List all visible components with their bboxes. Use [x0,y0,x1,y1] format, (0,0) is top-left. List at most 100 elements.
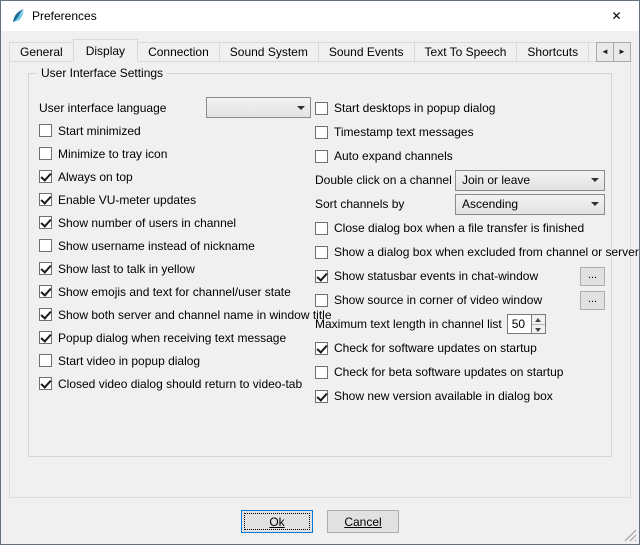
checkbox-box[interactable] [39,308,52,321]
tab-bar: General Display Connection Sound System … [9,39,631,62]
tab-scrollers: ◄ ► [597,42,631,62]
close-button[interactable]: ✕ [594,1,639,31]
tab-sound-events[interactable]: Sound Events [318,42,415,62]
checkbox-show-user-count[interactable]: Show number of users in channel [39,216,236,230]
checkbox-minimize-to-tray[interactable]: Minimize to tray icon [39,147,167,161]
dropdown-arrow-icon [297,106,305,110]
double-click-value: Join or leave [462,173,530,187]
right-column: Start desktops in popup dialog Timestamp… [315,96,605,408]
resize-grip[interactable] [624,529,637,542]
max-text-length-row: Maximum text length in channel list 50 [315,312,605,336]
tab-scroll-left-button[interactable]: ◄ [596,42,614,62]
checkbox-box[interactable] [39,285,52,298]
checkbox-label: Show statusbar events in chat-window [334,269,538,283]
tab-sound-system[interactable]: Sound System [219,42,319,62]
checkbox-window-title[interactable]: Show both server and channel name in win… [39,308,332,322]
spin-up-icon[interactable] [532,315,545,325]
checkbox-label: Enable VU-meter updates [58,193,196,207]
max-text-length-spinner[interactable]: 50 [507,314,546,334]
checkbox-box[interactable] [39,124,52,137]
checkbox-box[interactable] [39,147,52,160]
checkbox-label: Start minimized [58,124,141,138]
checkbox-label: Check for software updates on startup [334,341,537,355]
titlebar[interactable]: Preferences ✕ [1,1,639,31]
checkbox-label: Always on top [58,170,133,184]
sort-channels-label: Sort channels by [315,197,404,211]
left-column: User interface language Start minimized … [39,96,311,408]
checkbox-box[interactable] [315,294,328,307]
cancel-button[interactable]: Cancel [327,510,399,533]
checkbox-new-version-dialog[interactable]: Show new version available in dialog box [315,389,553,403]
checkbox-box[interactable] [39,331,52,344]
checkbox-video-return-tab[interactable]: Closed video dialog should return to vid… [39,377,302,391]
checkbox-label: Start desktops in popup dialog [334,101,495,115]
checkbox-box[interactable] [315,126,328,139]
checkbox-timestamp-messages[interactable]: Timestamp text messages [315,125,474,139]
checkbox-box[interactable] [315,390,328,403]
checkbox-statusbar-events[interactable]: Show statusbar events in chat-window [315,269,538,283]
checkbox-last-to-talk[interactable]: Show last to talk in yellow [39,262,195,276]
checkbox-label: Check for beta software updates on start… [334,365,563,379]
checkbox-auto-expand[interactable]: Auto expand channels [315,149,453,163]
checkbox-label: Show both server and channel name in win… [58,308,332,322]
dropdown-arrow-icon [591,202,599,206]
checkbox-box[interactable] [315,366,328,379]
checkbox-show-username[interactable]: Show username instead of nickname [39,239,255,253]
checkbox-label: Show a dialog box when excluded from cha… [334,245,639,259]
language-label: User interface language [39,101,166,115]
tab-video[interactable]: Video [588,42,595,62]
tab-general[interactable]: General [9,42,74,62]
checkbox-box[interactable] [39,216,52,229]
checkbox-box[interactable] [315,102,328,115]
double-click-row: Double click on a channel Join or leave [315,168,605,192]
tab-connection[interactable]: Connection [137,42,220,62]
checkbox-show-emojis[interactable]: Show emojis and text for channel/user st… [39,285,291,299]
max-text-length-value[interactable]: 50 [507,314,531,334]
tab-text-to-speech[interactable]: Text To Speech [414,42,518,62]
checkbox-box[interactable] [39,262,52,275]
checkbox-box[interactable] [39,239,52,252]
checkbox-label: Closed video dialog should return to vid… [58,377,302,391]
checkbox-box[interactable] [39,170,52,183]
checkbox-desktops-popup[interactable]: Start desktops in popup dialog [315,101,495,115]
checkbox-always-on-top[interactable]: Always on top [39,170,133,184]
checkbox-label: Start video in popup dialog [58,354,200,368]
language-row: User interface language [39,96,311,119]
checkbox-label: Show username instead of nickname [58,239,255,253]
tab-display[interactable]: Display [73,39,138,62]
checkbox-video-popup[interactable]: Start video in popup dialog [39,354,200,368]
checkbox-start-minimized[interactable]: Start minimized [39,124,141,138]
sort-channels-value: Ascending [462,197,518,211]
checkbox-close-transfer-dialog[interactable]: Close dialog box when a file transfer is… [315,221,584,235]
statusbar-events-row: Show statusbar events in chat-window ... [315,264,605,288]
checkbox-excluded-dialog[interactable]: Show a dialog box when excluded from cha… [315,245,639,259]
checkbox-box[interactable] [39,193,52,206]
checkbox-check-beta-updates[interactable]: Check for beta software updates on start… [315,365,563,379]
ui-settings-group: User Interface Settings User interface l… [28,73,612,457]
tab-shortcuts[interactable]: Shortcuts [516,42,589,62]
spin-down-icon[interactable] [532,325,545,334]
double-click-dropdown[interactable]: Join or leave [455,170,605,191]
checkbox-box[interactable] [315,342,328,355]
checkbox-label: Timestamp text messages [334,125,474,139]
video-source-browse-button[interactable]: ... [580,291,605,310]
checkbox-label: Close dialog box when a file transfer is… [334,221,584,235]
checkbox-box[interactable] [315,246,328,259]
checkbox-box[interactable] [315,222,328,235]
checkbox-box[interactable] [39,377,52,390]
language-dropdown[interactable] [206,97,311,118]
statusbar-events-browse-button[interactable]: ... [580,267,605,286]
checkbox-box[interactable] [315,150,328,163]
checkbox-box[interactable] [39,354,52,367]
checkbox-check-updates[interactable]: Check for software updates on startup [315,341,537,355]
ok-button[interactable]: Ok [241,510,313,533]
checkbox-label: Show new version available in dialog box [334,389,553,403]
checkbox-box[interactable] [315,270,328,283]
checkbox-vu-meter-updates[interactable]: Enable VU-meter updates [39,193,196,207]
checkbox-video-source-corner[interactable]: Show source in corner of video window [315,293,542,307]
tab-scroll-right-button[interactable]: ► [613,42,631,62]
checkbox-popup-text-message[interactable]: Popup dialog when receiving text message [39,331,286,345]
sort-channels-dropdown[interactable]: Ascending [455,194,605,215]
window-title: Preferences [32,9,97,23]
max-text-length-label: Maximum text length in channel list [315,317,502,331]
